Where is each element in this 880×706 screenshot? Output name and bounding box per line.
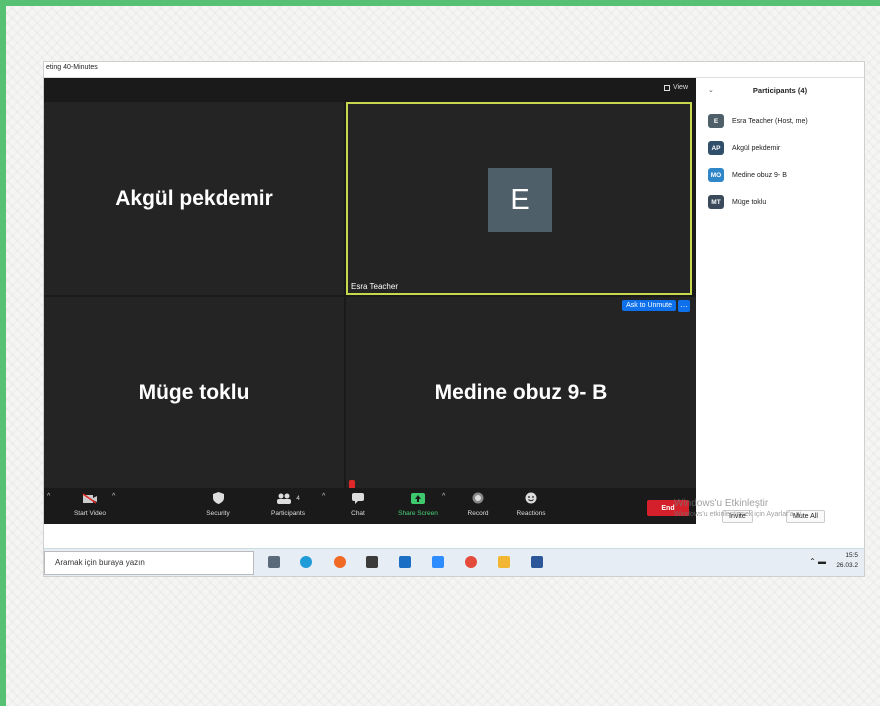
- system-clock[interactable]: 15:5 26.03.2: [836, 551, 858, 571]
- participant-avatar: MO: [708, 168, 724, 182]
- participants-count: 4: [296, 494, 300, 502]
- taskbar-search-input[interactable]: Aramak için buraya yazın: [44, 551, 254, 575]
- meeting-topbar: View: [44, 78, 696, 102]
- record-icon: [472, 491, 484, 505]
- meeting-toolbar: ^ Start Video ^ Security 4 Participants …: [44, 488, 696, 524]
- participant-avatar: AP: [708, 141, 724, 155]
- watermark-line1: Windows'u Etkinleştir: [674, 498, 769, 509]
- video-tile-medine[interactable]: Ask to Unmute ··· Medine obuz 9- B: [346, 297, 696, 492]
- word-icon[interactable]: [531, 556, 543, 568]
- window-titlebar: eting 40-Minutes: [44, 62, 864, 78]
- reactions-button[interactable]: Reactions: [501, 491, 561, 517]
- chrome-icon[interactable]: [465, 556, 477, 568]
- window-title: eting 40-Minutes: [46, 64, 98, 71]
- participant-row[interactable]: E Esra Teacher (Host, me): [708, 114, 808, 128]
- participants-label: Participants: [271, 510, 305, 517]
- audio-options-caret[interactable]: ^: [47, 493, 50, 500]
- participant-name: Müge toklu: [732, 198, 767, 206]
- video-tile-esra[interactable]: E Esra Teacher: [346, 102, 692, 295]
- video-tile-akgul[interactable]: Akgül pekdemir: [44, 102, 344, 295]
- avatar: E: [488, 168, 552, 232]
- shield-icon: [212, 491, 224, 505]
- record-button[interactable]: Record: [448, 491, 508, 517]
- explorer-icon[interactable]: [498, 556, 510, 568]
- edge-icon[interactable]: [300, 556, 312, 568]
- participant-row[interactable]: AP Akgül pekdemir: [708, 141, 780, 155]
- participant-row[interactable]: MO Medine obuz 9- B: [708, 168, 787, 182]
- participants-panel: ⌄ Participants (4) E Esra Teacher (Host,…: [696, 78, 864, 528]
- chat-label: Chat: [351, 510, 365, 517]
- share-options-caret[interactable]: ^: [442, 493, 445, 500]
- participant-avatar: E: [708, 114, 724, 128]
- windows-taskbar: Aramak için buraya yazın ⌃ ▬ 15:5 26.03.…: [44, 548, 864, 576]
- start-video-label: Start Video: [73, 510, 107, 517]
- zoom-icon[interactable]: [432, 556, 444, 568]
- participants-icon: 4: [276, 491, 300, 505]
- watermark-line2: Windows'u etkinleştirmek için Ayarlar'a …: [674, 511, 802, 518]
- search-placeholder: Aramak için buraya yazın: [55, 558, 145, 567]
- participants-options-caret[interactable]: ^: [322, 493, 325, 500]
- share-screen-button[interactable]: Share Screen: [388, 491, 448, 517]
- task-view-icon[interactable]: [268, 556, 280, 568]
- security-label: Security: [206, 510, 230, 517]
- clock-time: 15:5: [845, 552, 858, 559]
- start-video-button[interactable]: Start Video: [60, 491, 120, 517]
- zoom-meeting-area: View Akgül pekdemir E Esra Teacher Müge …: [44, 78, 696, 524]
- participants-button[interactable]: 4 Participants: [258, 491, 318, 517]
- windows-activation-watermark: Windows'u Etkinleştir Windows'u etkinleş…: [674, 498, 801, 518]
- tile-label: Esra Teacher: [351, 282, 398, 291]
- tile-name: Müge toklu: [138, 381, 250, 404]
- participants-panel-title: Participants (4): [752, 86, 808, 95]
- video-off-icon: [82, 491, 98, 505]
- mail-icon[interactable]: [399, 556, 411, 568]
- view-label: View: [672, 84, 688, 91]
- clock-date: 26.03.2: [836, 562, 858, 569]
- chat-bubble-icon: [352, 491, 364, 505]
- grid-icon: [663, 84, 670, 91]
- smiley-icon: [525, 491, 537, 505]
- tray-icons[interactable]: ⌃ ▬: [809, 557, 826, 566]
- more-options-button[interactable]: ···: [678, 300, 690, 312]
- reactions-label: Reactions: [516, 510, 546, 517]
- participant-name: Medine obuz 9- B: [732, 171, 787, 179]
- share-screen-icon: [411, 491, 425, 505]
- ask-to-unmute-button[interactable]: Ask to Unmute: [622, 300, 676, 311]
- firefox-icon[interactable]: [334, 556, 346, 568]
- participant-name: Esra Teacher (Host, me): [732, 117, 808, 125]
- screen: eting 40-Minutes View Akgül pekdemir E E…: [44, 62, 864, 576]
- participant-name: Akgül pekdemir: [732, 144, 781, 152]
- participant-row[interactable]: MT Müge toklu: [708, 195, 766, 209]
- tile-name: Akgül pekdemir: [115, 187, 273, 210]
- participant-avatar: MT: [708, 195, 724, 209]
- video-tile-muge[interactable]: Müge toklu: [44, 297, 344, 492]
- chat-button[interactable]: Chat: [328, 491, 388, 517]
- video-options-caret[interactable]: ^: [112, 493, 115, 500]
- security-button[interactable]: Security: [188, 491, 248, 517]
- record-label: Record: [467, 510, 489, 517]
- share-screen-label: Share Screen: [398, 510, 438, 517]
- tile-name: Medine obuz 9- B: [434, 381, 608, 404]
- store-icon[interactable]: [366, 556, 378, 568]
- view-button[interactable]: View: [663, 84, 688, 91]
